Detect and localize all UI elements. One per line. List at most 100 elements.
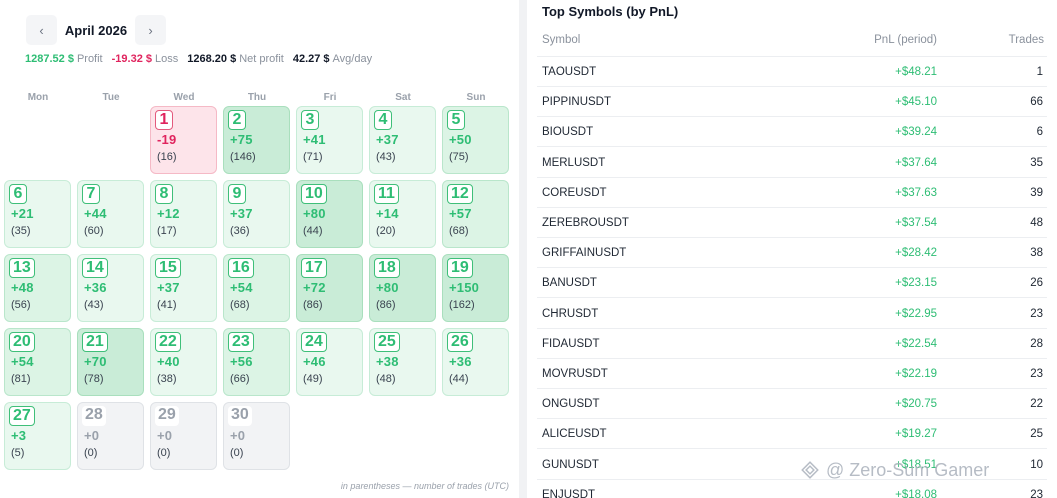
profit-stat: 1287.52 $ Profit <box>25 53 103 65</box>
table-row[interactable]: FIDAUSDT +$22.54 28 <box>537 329 1047 359</box>
day-pnl: +80 <box>376 280 399 295</box>
avg-day-label: Avg/day <box>332 53 373 65</box>
calendar-day-cell[interactable]: 17 +72 (86) <box>296 254 363 322</box>
day-pnl: +12 <box>157 206 180 221</box>
table-row[interactable]: ZEREBROUSDT +$37.54 48 <box>537 208 1047 238</box>
day-trade-count: (43) <box>376 151 396 163</box>
net-profit-value: 1268.20 $ <box>187 53 237 65</box>
weekday-label: Thu <box>247 92 267 103</box>
calendar-day-cell[interactable]: 3 +41 (71) <box>296 106 363 174</box>
table-row[interactable]: ENJUSDT +$18.08 23 <box>537 480 1047 498</box>
day-trade-count: (0) <box>157 447 171 459</box>
day-number: 5 <box>447 110 465 130</box>
calendar-day-cell[interactable]: 2 +75 (146) <box>223 106 290 174</box>
calendar-day-cell[interactable]: 8 +12 (17) <box>150 180 217 248</box>
calendar-day-cell[interactable]: 5 +50 (75) <box>442 106 509 174</box>
pnl-cell: +$37.63 <box>895 186 937 199</box>
day-trade-count: (48) <box>376 373 396 385</box>
calendar-day-cell[interactable]: 18 +80 (86) <box>369 254 436 322</box>
calendar-day-cell[interactable]: 13 +48 (56) <box>4 254 71 322</box>
calendar-day-cell[interactable]: 30 +0 (0) <box>223 402 290 470</box>
pnl-cell: +$22.19 <box>895 368 937 380</box>
zero-sum-logo-icon <box>801 461 819 479</box>
table-row[interactable]: ALICEUSDT +$19.27 25 <box>537 419 1047 450</box>
day-pnl: +54 <box>11 354 34 369</box>
calendar-day-cell[interactable]: 15 +37 (41) <box>150 254 217 322</box>
calendar-day-cell[interactable]: 7 +44 (60) <box>77 180 144 248</box>
calendar-day-cell[interactable]: 23 +56 (66) <box>223 328 290 396</box>
calendar-day-cell[interactable]: 29 +0 (0) <box>150 402 217 470</box>
day-trade-count: (17) <box>157 225 177 237</box>
day-number: 7 <box>82 184 100 204</box>
pnl-cell: +$48.21 <box>895 66 937 78</box>
day-number: 2 <box>228 110 246 130</box>
trades-cell: 6 <box>1036 126 1043 139</box>
table-row[interactable]: MOVRUSDT +$22.19 23 <box>537 359 1047 389</box>
table-row[interactable]: CHRUSDT +$22.95 23 <box>537 299 1047 329</box>
day-trade-count: (78) <box>84 373 104 385</box>
calendar-day-cell[interactable]: 25 +38 (48) <box>369 328 436 396</box>
day-trade-count: (162) <box>449 299 475 311</box>
calendar-day-cell[interactable]: 27 +3 (5) <box>4 402 71 470</box>
calendar-day-cell[interactable]: 26 +36 (44) <box>442 328 509 396</box>
next-month-button[interactable]: › <box>135 15 166 45</box>
table-row[interactable]: MERLUSDT +$37.64 35 <box>537 148 1047 178</box>
day-trade-count: (71) <box>303 151 323 163</box>
day-pnl: +36 <box>84 280 107 295</box>
calendar-day-cell[interactable]: 12 +57 (68) <box>442 180 509 248</box>
day-trade-count: (49) <box>303 373 323 385</box>
day-pnl: +48 <box>11 280 34 295</box>
trades-cell: 38 <box>1030 247 1043 260</box>
symbol-cell: TAOUSDT <box>542 66 597 78</box>
calendar-day-cell[interactable]: 16 +54 (68) <box>223 254 290 322</box>
calendar-day-cell[interactable]: 28 +0 (0) <box>77 402 144 470</box>
trades-cell: 26 <box>1030 277 1043 290</box>
table-row[interactable]: ONGUSDT +$20.75 22 <box>537 389 1047 420</box>
table-row[interactable]: BIOUSDT +$39.24 6 <box>537 117 1047 148</box>
net-profit-stat: 1268.20 $ Net profit <box>187 53 284 65</box>
table-row[interactable]: PIPPINUSDT +$45.10 66 <box>537 87 1047 118</box>
pnl-cell: +$28.42 <box>895 247 937 260</box>
day-number: 10 <box>301 184 327 204</box>
day-number: 9 <box>228 184 246 204</box>
calendar-day-cell[interactable]: 20 +54 (81) <box>4 328 71 396</box>
calendar-day-cell[interactable]: 10 +80 (44) <box>296 180 363 248</box>
pnl-cell: +$19.27 <box>895 428 937 441</box>
table-row[interactable]: TAOUSDT +$48.21 1 <box>537 57 1047 87</box>
calendar-day-cell[interactable]: 6 +21 (35) <box>4 180 71 248</box>
calendar-day-cell[interactable]: 19 +150 (162) <box>442 254 509 322</box>
table-row[interactable]: GRIFFAINUSDT +$28.42 38 <box>537 238 1047 269</box>
day-pnl: +72 <box>303 280 326 295</box>
calendar-day-cell[interactable]: 21 +70 (78) <box>77 328 144 396</box>
day-trade-count: (44) <box>449 373 469 385</box>
table-row[interactable]: COREUSDT +$37.63 39 <box>537 178 1047 208</box>
day-number: 24 <box>301 332 327 352</box>
day-number: 30 <box>228 406 252 426</box>
weekday-label: Fri <box>323 92 337 103</box>
day-trade-count: (75) <box>449 151 469 163</box>
day-pnl: +38 <box>376 354 399 369</box>
trades-cell: 35 <box>1030 156 1043 169</box>
calendar-day-cell[interactable]: 11 +14 (20) <box>369 180 436 248</box>
day-number: 12 <box>447 184 473 204</box>
calendar-day-cell[interactable]: 14 +36 (43) <box>77 254 144 322</box>
period-stats: 1287.52 $ Profit -19.32 $ Loss 1268.20 $ Ne… <box>25 53 372 65</box>
day-trade-count: (60) <box>84 225 104 237</box>
avg-day-value: 42.27 $ <box>292 53 330 65</box>
table-row[interactable]: BANUSDT +$23.15 26 <box>537 268 1047 299</box>
pnl-cell: +$22.95 <box>895 307 937 320</box>
calendar-day-cell[interactable]: 22 +40 (38) <box>150 328 217 396</box>
day-pnl: -19 <box>157 132 177 147</box>
pnl-cell: +$22.54 <box>895 337 937 350</box>
calendar-day-cell[interactable]: 24 +46 (49) <box>296 328 363 396</box>
pnl-cell: +$37.64 <box>895 156 937 169</box>
day-number: 1 <box>155 110 173 130</box>
calendar-day-cell[interactable]: 9 +37 (36) <box>223 180 290 248</box>
symbol-cell: GUNUSDT <box>542 458 599 471</box>
calendar-day-cell[interactable]: 4 +37 (43) <box>369 106 436 174</box>
prev-month-button[interactable]: ‹ <box>26 15 57 45</box>
profit-label: Profit <box>76 53 103 65</box>
loss-stat: -19.32 $ Loss <box>112 53 179 65</box>
day-trade-count: (16) <box>157 151 177 163</box>
calendar-day-cell[interactable]: 1 -19 (16) <box>150 106 217 174</box>
